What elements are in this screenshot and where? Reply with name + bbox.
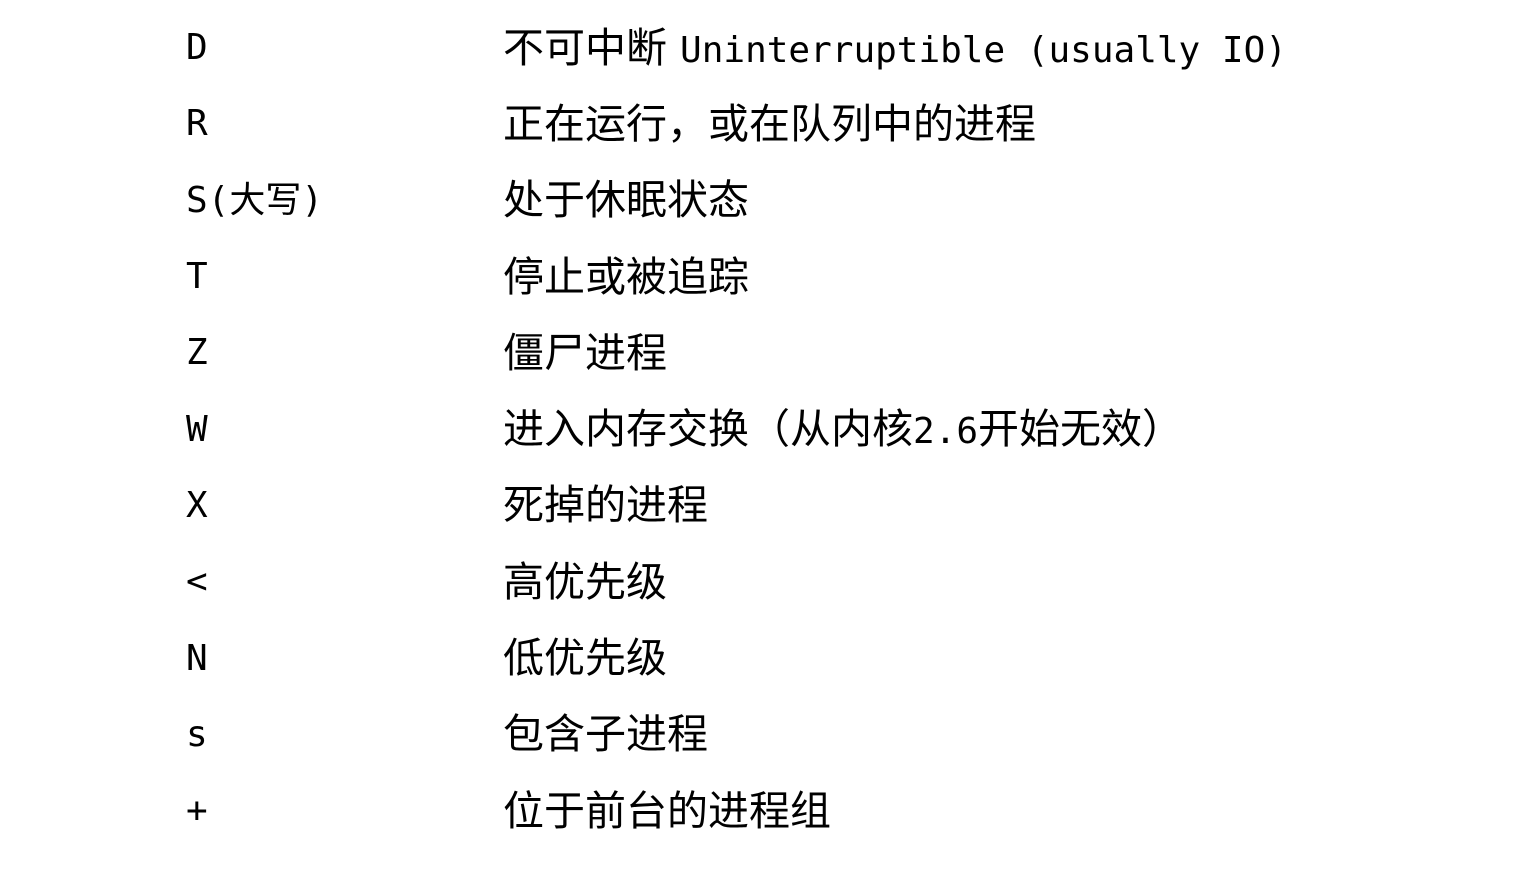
state-description: 包含子进程 bbox=[503, 710, 708, 759]
state-description: 处于休眠状态 bbox=[503, 176, 749, 225]
state-row-t: T 停止或被追踪 bbox=[186, 239, 1506, 315]
state-row-n: N 低优先级 bbox=[186, 620, 1506, 696]
description-text: 进入内存交换（从内核 bbox=[503, 405, 913, 454]
state-code: + bbox=[186, 790, 208, 832]
state-description: 死掉的进程 bbox=[503, 481, 708, 530]
description-tail-text: 开始无效） bbox=[978, 405, 1184, 454]
state-code: R bbox=[186, 103, 208, 145]
state-code: D bbox=[186, 27, 208, 69]
description-mono-text: Uninterruptible (usually IO) bbox=[680, 29, 1287, 71]
state-code: < bbox=[186, 561, 208, 603]
state-row-r: R 正在运行，或在队列中的进程 bbox=[186, 86, 1506, 162]
state-code: W bbox=[186, 408, 208, 450]
state-row-s-upper: S(大写) 处于休眠状态 bbox=[186, 163, 1506, 239]
description-text: 不可中断 bbox=[503, 23, 681, 72]
state-row-x: X 死掉的进程 bbox=[186, 468, 1506, 544]
state-code: S(大写) bbox=[186, 179, 324, 221]
state-description: 位于前台的进程组 bbox=[503, 786, 831, 835]
state-row-high-priority: < 高优先级 bbox=[186, 544, 1506, 620]
state-row-w: W 进入内存交换（从内核2.6开始无效） bbox=[186, 391, 1506, 467]
state-row-d: D 不可中断 Uninterruptible (usually IO) bbox=[186, 10, 1506, 86]
description-mono-text: 2.6 bbox=[913, 411, 979, 453]
state-description: 低优先级 bbox=[503, 634, 667, 683]
state-code: s bbox=[186, 713, 208, 755]
state-description: 高优先级 bbox=[503, 557, 667, 606]
state-description: 僵尸进程 bbox=[503, 328, 667, 377]
state-code: Z bbox=[186, 332, 208, 374]
state-code: X bbox=[186, 484, 208, 526]
state-row-z: Z 僵尸进程 bbox=[186, 315, 1506, 391]
state-description: 不可中断 Uninterruptible (usually IO) bbox=[503, 27, 1287, 71]
state-description: 进入内存交换（从内核2.6开始无效） bbox=[503, 409, 1183, 450]
state-row-s-lower: s 包含子进程 bbox=[186, 697, 1506, 773]
state-code: N bbox=[186, 637, 208, 679]
process-state-table: D 不可中断 Uninterruptible (usually IO) R 正在… bbox=[186, 10, 1506, 849]
state-description: 正在运行，或在队列中的进程 bbox=[503, 99, 1036, 148]
state-description: 停止或被追踪 bbox=[503, 252, 749, 301]
state-row-plus: + 位于前台的进程组 bbox=[186, 773, 1506, 849]
state-code: T bbox=[186, 256, 208, 298]
